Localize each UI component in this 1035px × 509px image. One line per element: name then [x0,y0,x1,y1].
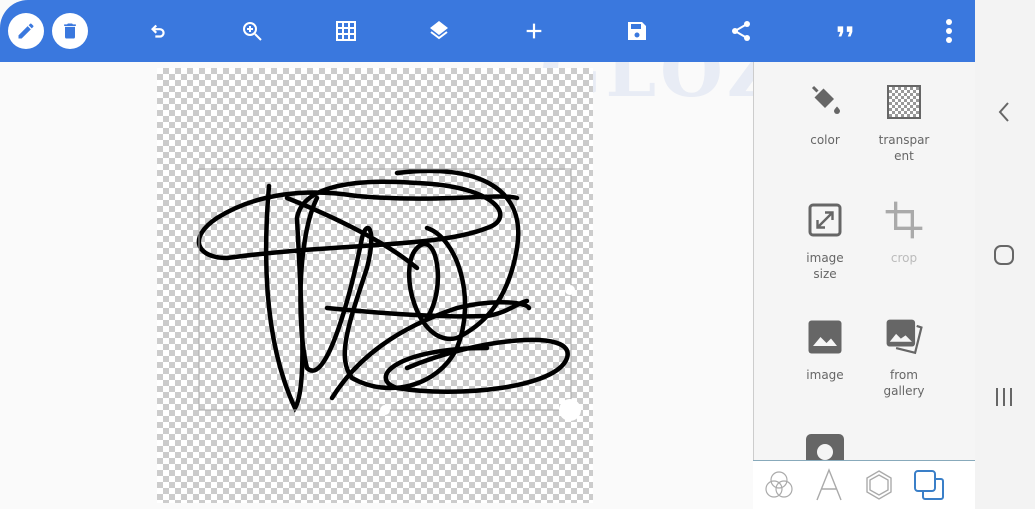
grid-button[interactable] [327,12,365,50]
text-icon [816,468,842,501]
paint-bucket-icon [811,85,840,114]
layers-icon [430,21,448,40]
add-icon [526,23,542,39]
tool-image-size[interactable]: image size [785,198,865,282]
transparent-icon [887,85,921,119]
share-icon [732,21,750,41]
layers-copy-icon [914,470,944,500]
image-icon [808,320,842,354]
home-icon[interactable] [993,244,1015,266]
more-button[interactable] [930,12,968,50]
resize-handle[interactable] [559,399,581,421]
trash-icon [64,23,76,39]
shape-icon [866,470,892,500]
save-button[interactable] [618,12,656,50]
back-icon[interactable] [996,100,1012,124]
add-button[interactable] [515,12,553,50]
share-button[interactable] [722,12,760,50]
pencil-icon [18,23,34,39]
scribble-drawing [196,168,581,421]
grid-icon [336,21,356,41]
tab-blend[interactable] [761,467,797,503]
camera-icon[interactable] [806,434,844,460]
tool-crop[interactable]: crop [864,198,944,266]
more-vert-icon [946,19,952,43]
delete-button[interactable] [52,13,88,49]
tool-from-gallery[interactable]: from gallery [864,315,944,399]
recents-icon[interactable] [993,386,1015,408]
zoom-button[interactable] [233,12,271,50]
system-nav-bar [975,0,1035,509]
save-icon [628,22,646,40]
gallery-icon [886,319,923,355]
bottom-handle[interactable] [380,405,390,415]
pencil-button[interactable] [8,13,44,49]
top-toolbar [0,0,975,62]
tool-transparent[interactable]: transpar ent [864,80,944,164]
tool-panel: color transpar ent image size crop image… [753,62,975,509]
drawing-canvas[interactable] [157,68,593,503]
tab-text[interactable] [811,467,847,503]
resize-icon [808,203,842,237]
undo-button[interactable] [140,12,178,50]
bottom-tabs [753,460,975,509]
layers-button[interactable] [420,12,458,50]
blend-icon [765,471,793,498]
zoom-in-icon [243,22,262,41]
tab-shape[interactable] [861,467,897,503]
tool-image[interactable]: image [785,315,865,383]
quote-button[interactable] [826,12,864,50]
crop-icon [885,201,923,239]
tool-color[interactable]: color [785,80,865,148]
side-handle[interactable] [565,285,575,295]
undo-icon [151,24,165,38]
quote-icon [837,26,853,37]
tab-layers[interactable] [911,467,947,503]
